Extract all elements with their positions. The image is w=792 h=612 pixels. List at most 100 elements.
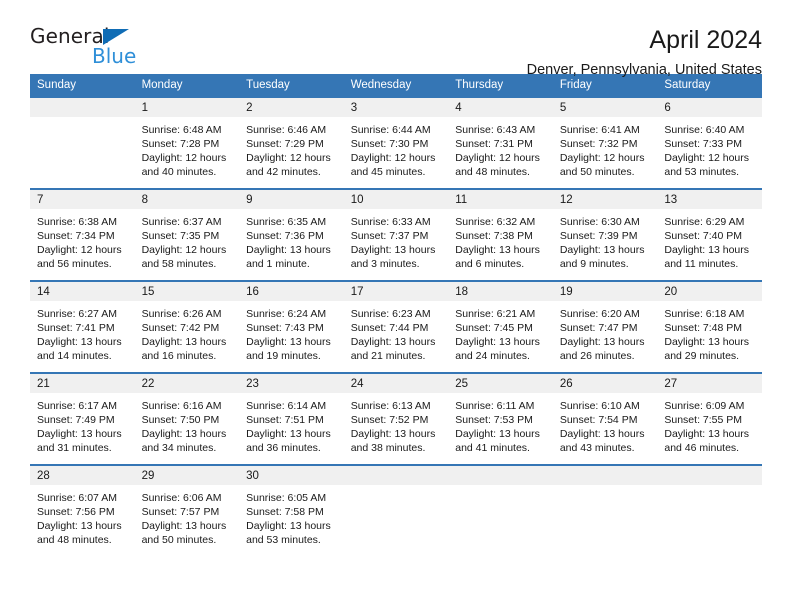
daylight-duration-line2: and 14 minutes. — [37, 350, 112, 362]
daylight-duration-line2: and 56 minutes. — [37, 258, 112, 270]
day-cell[interactable]: 19 Sunrise: 6:20 AM Sunset: 7:47 PM Dayligh… — [552, 280, 658, 373]
daylight-duration-line2: and 45 minutes. — [350, 166, 426, 178]
logo-text-general: General — [30, 24, 110, 48]
daylight-duration-line2: and 50 minutes. — [559, 166, 635, 178]
daylight-duration-line2: and 21 minutes. — [350, 350, 426, 362]
day-number: 21 — [30, 374, 135, 393]
daylight-duration-line2: and 43 minutes. — [559, 442, 635, 454]
day-details: Sunrise: 6:24 AM Sunset: 7:43 PM Daylight:… — [239, 301, 344, 363]
day-number: 15 — [134, 282, 240, 301]
day-cell[interactable]: 12 Sunrise: 6:30 AM Sunset: 7:39 PM Dayligh… — [552, 188, 658, 281]
day-cell[interactable]: 21 Sunrise: 6:17 AM Sunset: 7:49 PM Dayligh… — [30, 372, 135, 465]
daylight-duration-line1: Daylight: 13 hours — [350, 336, 436, 348]
day-cell[interactable]: 20 Sunrise: 6:18 AM Sunset: 7:48 PM Dayligh… — [657, 280, 762, 373]
day-cell[interactable]: 10 Sunrise: 6:33 AM Sunset: 7:37 PM Dayligh… — [343, 188, 449, 281]
day-number: 16 — [239, 282, 344, 301]
day-cell[interactable]: 14 Sunrise: 6:27 AM Sunset: 7:41 PM Dayligh… — [30, 280, 135, 373]
day-details: Sunrise: 6:18 AM Sunset: 7:48 PM Daylight:… — [657, 301, 762, 363]
day-cell[interactable]: 8 Sunrise: 6:37 AM Sunset: 7:35 PM Daylight… — [134, 188, 240, 281]
day-cell[interactable]: 13 Sunrise: 6:29 AM Sunset: 7:40 PM Dayligh… — [657, 188, 762, 281]
day-details: Sunrise: 6:38 AM Sunset: 7:34 PM Daylight:… — [30, 209, 135, 271]
day-cell[interactable]: 5 Sunrise: 6:41 AM Sunset: 7:32 PM Daylight… — [552, 96, 658, 189]
daylight-duration-line1: Daylight: 12 hours — [246, 152, 331, 164]
day-number: 23 — [239, 374, 344, 393]
daylight-duration-line1: Daylight: 13 hours — [350, 428, 436, 440]
daylight-duration-line1: Daylight: 13 hours — [559, 428, 645, 440]
daylight-duration-line1: Daylight: 12 hours — [141, 152, 227, 164]
day-number: 4 — [448, 98, 553, 117]
day-cell[interactable]: 7 Sunrise: 6:38 AM Sunset: 7:34 PM Daylight… — [30, 188, 135, 281]
day-number: 11 — [448, 190, 553, 209]
daylight-duration-line2: and 19 minutes. — [246, 350, 321, 362]
day-details: Sunrise: 6:05 AM Sunset: 7:58 PM Daylight:… — [239, 485, 344, 547]
generalblue-logo[interactable]: General Blue — [30, 26, 140, 74]
day-cell-empty — [343, 464, 449, 556]
day-cell[interactable]: 17 Sunrise: 6:23 AM Sunset: 7:44 PM Dayligh… — [343, 280, 449, 373]
day-number: 1 — [134, 98, 240, 117]
day-cell[interactable]: 29 Sunrise: 6:06 AM Sunset: 7:57 PM Dayligh… — [134, 464, 240, 556]
page-header: General Blue April 2024 Denver, Pennsylv… — [30, 0, 762, 78]
day-cell[interactable]: 4 Sunrise: 6:43 AM Sunset: 7:31 PM Daylight… — [448, 96, 553, 189]
day-cell[interactable]: 27 Sunrise: 6:09 AM Sunset: 7:55 PM Dayligh… — [657, 372, 762, 465]
day-cell-empty — [552, 464, 658, 556]
day-cell[interactable]: 2 Sunrise: 6:46 AM Sunset: 7:29 PM Daylight… — [239, 96, 344, 189]
daylight-duration-line2: and 34 minutes. — [141, 442, 217, 454]
calendar-week-row: 14 Sunrise: 6:27 AM Sunset: 7:41 PM Dayligh… — [30, 280, 762, 373]
day-details: Sunrise: 6:23 AM Sunset: 7:44 PM Daylight:… — [344, 301, 449, 363]
sunset-time: Sunset: 7:29 PM — [246, 138, 324, 150]
day-cell[interactable]: 16 Sunrise: 6:24 AM Sunset: 7:43 PM Dayligh… — [239, 280, 344, 373]
day-cell[interactable]: 28 Sunrise: 6:07 AM Sunset: 7:56 PM Dayligh… — [30, 464, 135, 556]
day-cell[interactable]: 30 Sunrise: 6:05 AM Sunset: 7:58 PM Dayligh… — [239, 464, 344, 556]
calendar-week-row: 7 Sunrise: 6:38 AM Sunset: 7:34 PM Daylight… — [30, 188, 762, 281]
day-details: Sunrise: 6:44 AM Sunset: 7:30 PM Daylight:… — [344, 117, 449, 179]
daylight-duration-line1: Daylight: 13 hours — [246, 336, 331, 348]
sunset-time: Sunset: 7:45 PM — [455, 322, 533, 334]
day-cell-empty — [448, 464, 553, 556]
day-cell[interactable]: 22 Sunrise: 6:16 AM Sunset: 7:50 PM Dayligh… — [134, 372, 240, 465]
day-cell[interactable]: 1 Sunrise: 6:48 AM Sunset: 7:28 PM Daylight… — [134, 96, 240, 189]
daylight-duration-line1: Daylight: 13 hours — [37, 336, 122, 348]
day-cell[interactable]: 6 Sunrise: 6:40 AM Sunset: 7:33 PM Daylight… — [657, 96, 762, 189]
daylight-duration-line1: Daylight: 13 hours — [37, 520, 122, 532]
sunrise-time: Sunrise: 6:21 AM — [455, 308, 536, 320]
sunrise-time: Sunrise: 6:27 AM — [37, 308, 117, 320]
day-cell[interactable]: 23 Sunrise: 6:14 AM Sunset: 7:51 PM Dayligh… — [239, 372, 344, 465]
day-number — [30, 98, 135, 117]
day-number — [343, 466, 449, 485]
day-number: 3 — [343, 98, 449, 117]
day-details: Sunrise: 6:40 AM Sunset: 7:33 PM Daylight:… — [657, 117, 762, 179]
day-details: Sunrise: 6:14 AM Sunset: 7:51 PM Daylight:… — [239, 393, 344, 455]
day-details: Sunrise: 6:09 AM Sunset: 7:55 PM Daylight:… — [657, 393, 762, 455]
day-cell[interactable]: 18 Sunrise: 6:21 AM Sunset: 7:45 PM Dayligh… — [448, 280, 553, 373]
sunset-time: Sunset: 7:35 PM — [141, 230, 220, 242]
day-cell[interactable]: 3 Sunrise: 6:44 AM Sunset: 7:30 PM Daylight… — [343, 96, 449, 189]
sunset-time: Sunset: 7:55 PM — [664, 414, 743, 426]
daylight-duration-line1: Daylight: 12 hours — [559, 152, 645, 164]
day-number: 9 — [239, 190, 344, 209]
day-cell[interactable]: 25 Sunrise: 6:11 AM Sunset: 7:53 PM Dayligh… — [448, 372, 553, 465]
daylight-duration-line1: Daylight: 13 hours — [141, 520, 227, 532]
day-cell[interactable]: 11 Sunrise: 6:32 AM Sunset: 7:38 PM Dayligh… — [448, 188, 553, 281]
sunrise-time: Sunrise: 6:41 AM — [559, 124, 640, 136]
day-number: 30 — [239, 466, 344, 485]
daylight-duration-line2: and 50 minutes. — [141, 534, 217, 546]
daylight-duration-line2: and 48 minutes. — [455, 166, 530, 178]
daylight-duration-line2: and 6 minutes. — [455, 258, 525, 270]
sunrise-time: Sunrise: 6:06 AM — [141, 492, 222, 504]
daylight-duration-line1: Daylight: 13 hours — [37, 428, 122, 440]
sunset-time: Sunset: 7:40 PM — [664, 230, 743, 242]
daylight-duration-line1: Daylight: 13 hours — [664, 428, 750, 440]
day-cell-empty — [657, 464, 762, 556]
day-number — [552, 466, 658, 485]
sunrise-time: Sunrise: 6:48 AM — [141, 124, 222, 136]
day-cell[interactable]: 9 Sunrise: 6:35 AM Sunset: 7:36 PM Daylight… — [239, 188, 344, 281]
daylight-duration-line1: Daylight: 12 hours — [350, 152, 436, 164]
daylight-duration-line1: Daylight: 13 hours — [559, 244, 645, 256]
sunrise-time: Sunrise: 6:24 AM — [246, 308, 327, 320]
day-cell[interactable]: 24 Sunrise: 6:13 AM Sunset: 7:52 PM Dayligh… — [343, 372, 449, 465]
day-cell[interactable]: 26 Sunrise: 6:10 AM Sunset: 7:54 PM Dayligh… — [552, 372, 658, 465]
day-details: Sunrise: 6:17 AM Sunset: 7:49 PM Daylight:… — [30, 393, 135, 455]
day-cell[interactable]: 15 Sunrise: 6:26 AM Sunset: 7:42 PM Dayligh… — [134, 280, 240, 373]
sunrise-time: Sunrise: 6:05 AM — [246, 492, 327, 504]
daylight-duration-line1: Daylight: 12 hours — [664, 152, 750, 164]
